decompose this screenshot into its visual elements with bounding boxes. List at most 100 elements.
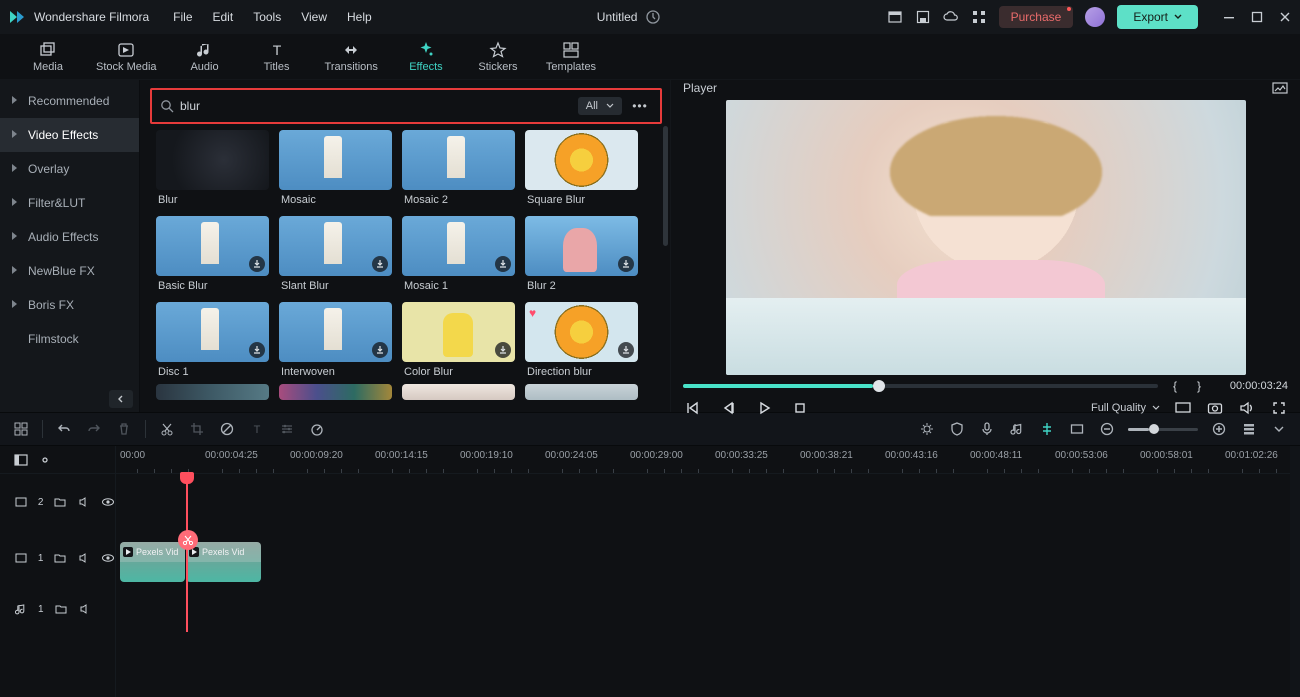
folder-icon[interactable] — [54, 602, 68, 616]
effect-card[interactable]: Basic Blur — [156, 216, 269, 292]
effect-thumbnail[interactable] — [156, 130, 269, 190]
menu-help[interactable]: Help — [347, 10, 372, 24]
play-button[interactable] — [755, 399, 773, 417]
apps-grid-icon[interactable] — [971, 9, 987, 25]
effect-card[interactable]: Blur 2 — [525, 216, 638, 292]
sidebar-item-filter-lut[interactable]: Filter&LUT — [0, 186, 139, 220]
tab-media[interactable]: Media — [24, 41, 72, 73]
maximize-button[interactable] — [1250, 10, 1264, 24]
effect-thumbnail[interactable] — [279, 302, 392, 362]
volume-button[interactable] — [1238, 399, 1256, 417]
sidebar-item-video-effects[interactable]: Video Effects — [0, 118, 139, 152]
tab-stickers[interactable]: Stickers — [474, 41, 522, 73]
tab-audio[interactable]: Audio — [181, 41, 229, 73]
effect-thumbnail[interactable] — [402, 130, 515, 190]
hide-track-icon[interactable] — [101, 495, 115, 509]
sidebar-item-audio-effects[interactable]: Audio Effects — [0, 220, 139, 254]
mark-in-button[interactable]: { — [1168, 379, 1182, 393]
video-track-1[interactable]: Pexels Vid Pexels Vid — [116, 530, 1300, 586]
effect-thumbnail[interactable] — [525, 130, 638, 190]
settings-dropdown-icon[interactable] — [1270, 420, 1288, 438]
mark-out-button[interactable]: } — [1192, 379, 1206, 393]
sidebar-item-newblue-fx[interactable]: NewBlue FX — [0, 254, 139, 288]
effect-card[interactable]: Disc 1 — [156, 302, 269, 378]
menu-tools[interactable]: Tools — [253, 10, 281, 24]
sidebar-item-overlay[interactable]: Overlay — [0, 152, 139, 186]
download-icon[interactable] — [495, 342, 511, 358]
tab-titles[interactable]: TTitles — [253, 41, 301, 73]
more-options-button[interactable]: ••• — [628, 99, 652, 113]
menu-edit[interactable]: Edit — [213, 10, 234, 24]
shield-icon[interactable] — [948, 420, 966, 438]
progress-slider[interactable] — [683, 384, 1158, 388]
mic-icon[interactable] — [978, 420, 996, 438]
effect-thumbnail-peek[interactable] — [525, 384, 638, 400]
download-icon[interactable] — [372, 342, 388, 358]
music-icon[interactable] — [1008, 420, 1026, 438]
timeline-body[interactable]: 00:0000:00:04:2500:00:09:2000:00:14:1500… — [116, 446, 1300, 697]
zoom-in-button[interactable] — [1210, 420, 1228, 438]
timeline-menu-icon[interactable] — [14, 453, 28, 467]
tab-templates[interactable]: Templates — [546, 41, 596, 73]
zoom-slider[interactable] — [1128, 428, 1198, 431]
effect-thumbnail[interactable] — [156, 216, 269, 276]
speed-button[interactable] — [308, 420, 326, 438]
folder-icon[interactable] — [53, 551, 67, 565]
download-icon[interactable] — [249, 256, 265, 272]
undo-button[interactable] — [55, 420, 73, 438]
close-button[interactable] — [1278, 10, 1292, 24]
video-track-2[interactable] — [116, 474, 1300, 530]
user-avatar[interactable] — [1085, 7, 1105, 27]
tab-stock-media[interactable]: Stock Media — [96, 41, 157, 73]
video-frame[interactable] — [726, 100, 1246, 375]
playhead[interactable] — [186, 474, 188, 632]
effect-thumbnail-peek[interactable] — [279, 384, 392, 400]
effects-scrollbar[interactable] — [663, 126, 668, 246]
zoom-out-button[interactable] — [1098, 420, 1116, 438]
play-reverse-button[interactable] — [719, 399, 737, 417]
split-button[interactable] — [158, 420, 176, 438]
favorite-icon[interactable]: ♥ — [529, 306, 536, 320]
tab-effects[interactable]: Effects — [402, 41, 450, 73]
effect-card[interactable]: Mosaic — [279, 130, 392, 206]
playhead-handle[interactable] — [180, 472, 194, 484]
marker-icon[interactable] — [1038, 420, 1056, 438]
zoom-knob[interactable] — [1149, 424, 1159, 434]
effect-card[interactable]: Mosaic 1 — [402, 216, 515, 292]
mute-track-icon[interactable] — [77, 495, 91, 509]
snapshot-icon[interactable] — [1272, 80, 1288, 96]
layout-icon[interactable] — [887, 9, 903, 25]
effect-card[interactable]: ♥Direction blur — [525, 302, 638, 378]
effect-card[interactable]: Blur — [156, 130, 269, 206]
download-icon[interactable] — [618, 256, 634, 272]
timeline-ruler[interactable]: 00:0000:00:04:2500:00:09:2000:00:14:1500… — [116, 446, 1300, 474]
download-icon[interactable] — [495, 256, 511, 272]
sync-status-icon[interactable] — [645, 9, 661, 25]
effect-thumbnail-peek[interactable] — [156, 384, 269, 400]
download-icon[interactable] — [372, 256, 388, 272]
timeline-clip[interactable]: Pexels Vid — [120, 542, 185, 582]
save-icon[interactable] — [915, 9, 931, 25]
mute-track-icon[interactable] — [78, 602, 92, 616]
effect-thumbnail-peek[interactable] — [402, 384, 515, 400]
hide-track-icon[interactable] — [101, 551, 115, 565]
mask-button[interactable] — [218, 420, 236, 438]
tab-transitions[interactable]: Transitions — [325, 41, 378, 73]
effect-thumbnail[interactable] — [525, 216, 638, 276]
effect-card[interactable]: Color Blur — [402, 302, 515, 378]
effect-thumbnail[interactable] — [279, 216, 392, 276]
progress-knob[interactable] — [873, 380, 885, 392]
aspect-icon[interactable] — [1068, 420, 1086, 438]
effect-thumbnail[interactable]: ♥ — [525, 302, 638, 362]
auto-enhance-icon[interactable] — [918, 420, 936, 438]
folder-icon[interactable] — [53, 495, 67, 509]
fullscreen-button[interactable] — [1270, 399, 1288, 417]
timeline-vertical-scrollbar[interactable] — [1290, 446, 1300, 697]
effect-card[interactable]: Square Blur — [525, 130, 638, 206]
toggle-grid-icon[interactable] — [12, 420, 30, 438]
effect-card[interactable]: Slant Blur — [279, 216, 392, 292]
download-icon[interactable] — [618, 342, 634, 358]
split-indicator-icon[interactable] — [178, 530, 198, 550]
quality-select[interactable]: Full Quality — [1091, 402, 1160, 414]
effect-thumbnail[interactable] — [279, 130, 392, 190]
